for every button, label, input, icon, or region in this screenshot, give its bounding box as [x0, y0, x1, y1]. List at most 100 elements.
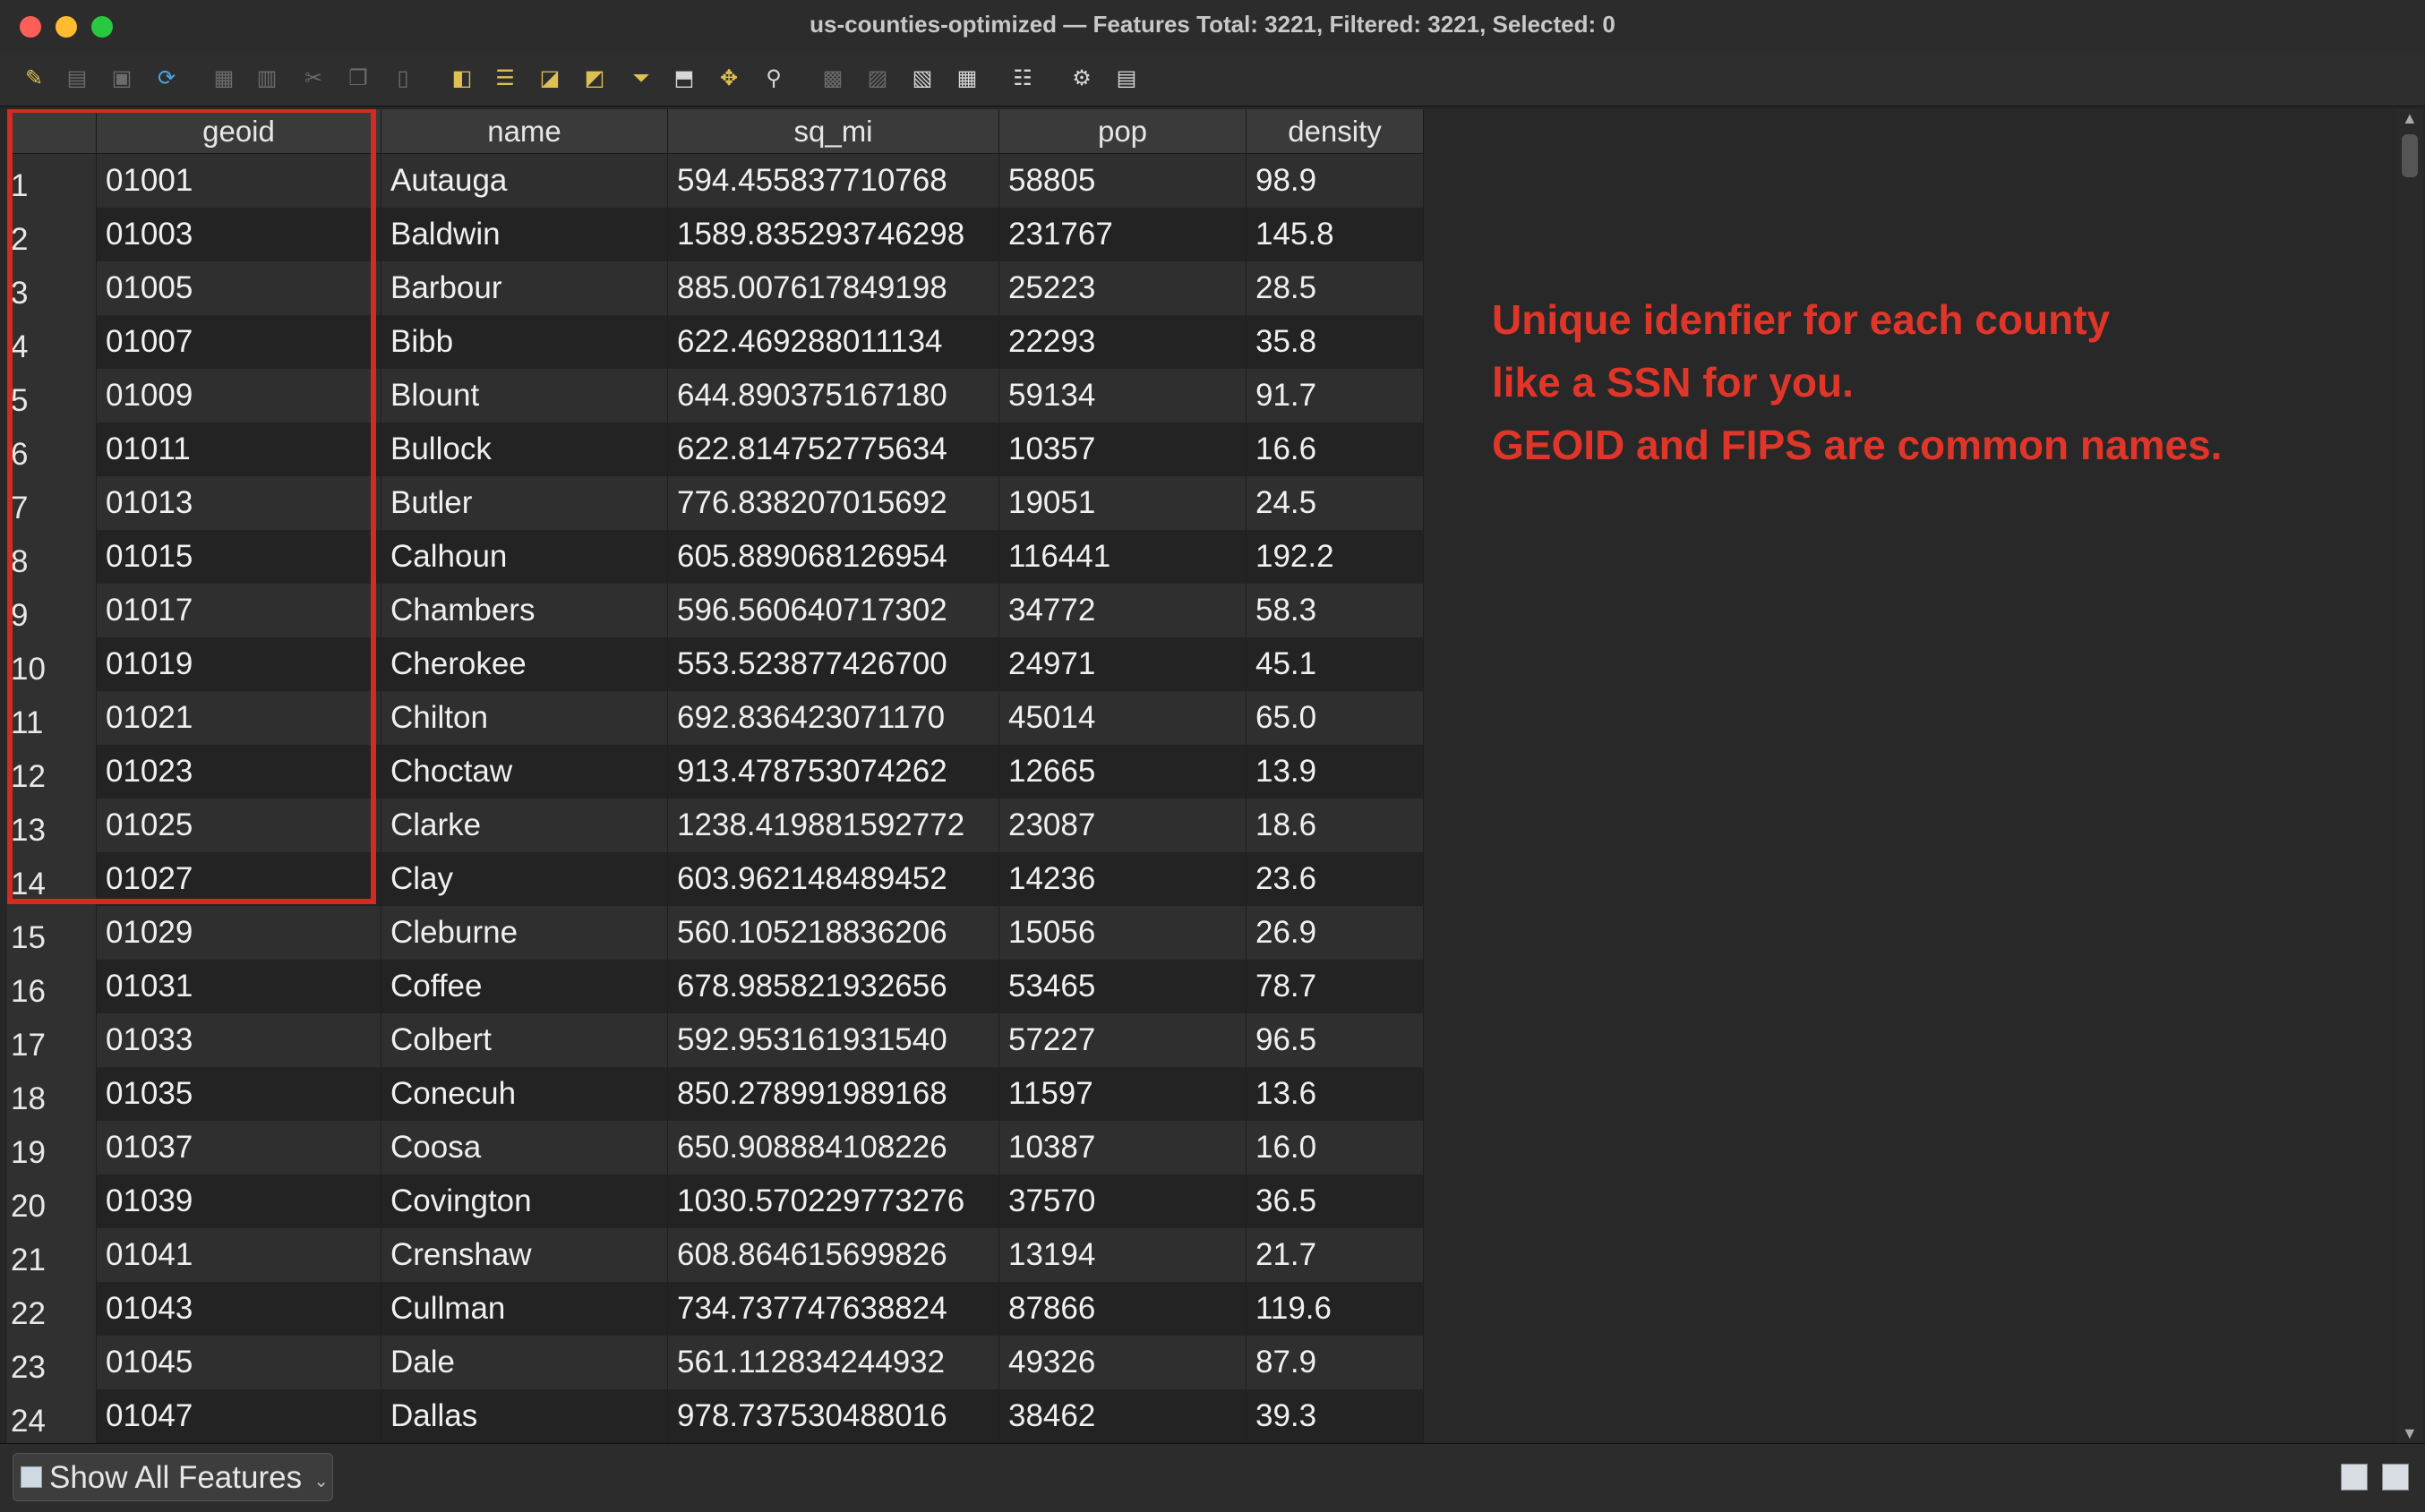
- geoid-cell[interactable]: 01017: [97, 584, 381, 637]
- name-cell[interactable]: Coffee: [381, 960, 668, 1013]
- geoid-cell[interactable]: 01035: [97, 1067, 381, 1121]
- multi-edit-icon[interactable]: ▤: [63, 64, 91, 93]
- sq-mi-cell[interactable]: 678.985821932656: [668, 960, 999, 1013]
- scroll-up-icon[interactable]: ▲: [2402, 109, 2418, 128]
- geoid-cell[interactable]: 01037: [97, 1121, 381, 1175]
- sq-mi-cell[interactable]: 605.889068126954: [668, 530, 999, 584]
- geoid-cell[interactable]: 01029: [97, 906, 381, 960]
- table-row[interactable]: 16 01031 Coffee 678.985821932656 53465 78.7: [7, 960, 1424, 1013]
- table-row[interactable]: 18 01035 Conecuh 850.278991989168 11597 13.6: [7, 1067, 1424, 1121]
- table-row[interactable]: 1 01001 Autauga 594.455837710768 58805 98.9: [7, 154, 1424, 208]
- pop-cell[interactable]: 116441: [999, 530, 1247, 584]
- sq-mi-cell[interactable]: 1238.419881592772: [668, 799, 999, 852]
- name-cell[interactable]: Crenshaw: [381, 1228, 668, 1282]
- name-cell[interactable]: Colbert: [381, 1013, 668, 1067]
- row-number[interactable]: 6: [7, 423, 97, 476]
- column-header-sq-mi[interactable]: sq_mi: [668, 109, 999, 154]
- name-cell[interactable]: Clarke: [381, 799, 668, 852]
- density-cell[interactable]: 18.6: [1247, 799, 1424, 852]
- name-cell[interactable]: Conecuh: [381, 1067, 668, 1121]
- row-number[interactable]: 8: [7, 530, 97, 584]
- pop-cell[interactable]: 38462: [999, 1389, 1247, 1443]
- density-cell[interactable]: 16.6: [1247, 423, 1424, 476]
- density-cell[interactable]: 145.8: [1247, 208, 1424, 261]
- pan-to-selected-icon[interactable]: ✥: [715, 64, 743, 93]
- sq-mi-cell[interactable]: 913.478753074262: [668, 745, 999, 799]
- table-row[interactable]: 19 01037 Coosa 650.908884108226 10387 16.0: [7, 1121, 1424, 1175]
- pop-cell[interactable]: 23087: [999, 799, 1247, 852]
- name-cell[interactable]: Covington: [381, 1175, 668, 1228]
- duplicate-icon[interactable]: ▤: [1112, 64, 1141, 93]
- delete-field-icon[interactable]: ▨: [863, 64, 892, 93]
- pop-cell[interactable]: 57227: [999, 1013, 1247, 1067]
- name-cell[interactable]: Coosa: [381, 1121, 668, 1175]
- filter-select-icon[interactable]: ⏷: [627, 64, 656, 93]
- name-cell[interactable]: Barbour: [381, 261, 668, 315]
- sq-mi-cell[interactable]: 596.560640717302: [668, 584, 999, 637]
- name-cell[interactable]: Butler: [381, 476, 668, 530]
- row-number[interactable]: 21: [7, 1228, 97, 1282]
- sq-mi-cell[interactable]: 608.864615699826: [668, 1228, 999, 1282]
- name-cell[interactable]: Blount: [381, 369, 668, 423]
- density-cell[interactable]: 78.7: [1247, 960, 1424, 1013]
- row-number[interactable]: 9: [7, 584, 97, 637]
- column-header-geoid[interactable]: geoid: [97, 109, 381, 154]
- table-row[interactable]: 7 01013 Butler 776.838207015692 19051 24.5: [7, 476, 1424, 530]
- density-cell[interactable]: 35.8: [1247, 315, 1424, 369]
- table-row[interactable]: 4 01007 Bibb 622.469288011134 22293 35.8: [7, 315, 1424, 369]
- geoid-cell[interactable]: 01045: [97, 1336, 381, 1389]
- row-number[interactable]: 12: [7, 745, 97, 799]
- geoid-cell[interactable]: 01009: [97, 369, 381, 423]
- sq-mi-cell[interactable]: 692.836423071170: [668, 691, 999, 745]
- table-row[interactable]: 11 01021 Chilton 692.836423071170 45014 65.0: [7, 691, 1424, 745]
- pop-cell[interactable]: 14236: [999, 852, 1247, 906]
- pop-cell[interactable]: 34772: [999, 584, 1247, 637]
- density-cell[interactable]: 36.5: [1247, 1175, 1424, 1228]
- density-cell[interactable]: 98.9: [1247, 154, 1424, 208]
- name-cell[interactable]: Autauga: [381, 154, 668, 208]
- name-cell[interactable]: Dallas: [381, 1389, 668, 1443]
- geoid-cell[interactable]: 01019: [97, 637, 381, 691]
- sq-mi-cell[interactable]: 622.469288011134: [668, 315, 999, 369]
- save-edits-icon[interactable]: ▣: [107, 64, 136, 93]
- density-cell[interactable]: 58.3: [1247, 584, 1424, 637]
- name-cell[interactable]: Cherokee: [381, 637, 668, 691]
- density-cell[interactable]: 16.0: [1247, 1121, 1424, 1175]
- sq-mi-cell[interactable]: 650.908884108226: [668, 1121, 999, 1175]
- name-cell[interactable]: Bullock: [381, 423, 668, 476]
- table-row[interactable]: 23 01045 Dale 561.112834244932 49326 87.9: [7, 1336, 1424, 1389]
- geoid-cell[interactable]: 01011: [97, 423, 381, 476]
- name-cell[interactable]: Cleburne: [381, 906, 668, 960]
- pop-cell[interactable]: 37570: [999, 1175, 1247, 1228]
- table-view-icon[interactable]: [2382, 1464, 2409, 1491]
- density-cell[interactable]: 45.1: [1247, 637, 1424, 691]
- delete-feature-icon[interactable]: ▥: [253, 64, 281, 93]
- column-header-density[interactable]: density: [1247, 109, 1424, 154]
- density-cell[interactable]: 23.6: [1247, 852, 1424, 906]
- pop-cell[interactable]: 10357: [999, 423, 1247, 476]
- table-row[interactable]: 20 01039 Covington 1030.570229773276 37570 36…: [7, 1175, 1424, 1228]
- pop-cell[interactable]: 58805: [999, 154, 1247, 208]
- deselect-all-icon[interactable]: ◩: [580, 64, 609, 93]
- geoid-cell[interactable]: 01023: [97, 745, 381, 799]
- pop-cell[interactable]: 45014: [999, 691, 1247, 745]
- scroll-down-icon[interactable]: ▼: [2402, 1424, 2418, 1443]
- conditional-format-icon[interactable]: ▦: [953, 64, 981, 93]
- table-row[interactable]: 14 01027 Clay 603.962148489452 14236 23.6: [7, 852, 1424, 906]
- density-cell[interactable]: 28.5: [1247, 261, 1424, 315]
- form-view-icon[interactable]: [2341, 1464, 2368, 1491]
- dock-icon[interactable]: ☷: [1008, 64, 1037, 93]
- pop-cell[interactable]: 25223: [999, 261, 1247, 315]
- sq-mi-cell[interactable]: 560.105218836206: [668, 906, 999, 960]
- name-cell[interactable]: Baldwin: [381, 208, 668, 261]
- density-cell[interactable]: 39.3: [1247, 1389, 1424, 1443]
- copy-icon[interactable]: ❐: [344, 64, 373, 93]
- geoid-cell[interactable]: 01025: [97, 799, 381, 852]
- density-cell[interactable]: 13.9: [1247, 745, 1424, 799]
- geoid-cell[interactable]: 01001: [97, 154, 381, 208]
- pop-cell[interactable]: 53465: [999, 960, 1247, 1013]
- geoid-cell[interactable]: 01013: [97, 476, 381, 530]
- pop-cell[interactable]: 13194: [999, 1228, 1247, 1282]
- geoid-cell[interactable]: 01021: [97, 691, 381, 745]
- table-row[interactable]: 17 01033 Colbert 592.953161931540 57227 96.5: [7, 1013, 1424, 1067]
